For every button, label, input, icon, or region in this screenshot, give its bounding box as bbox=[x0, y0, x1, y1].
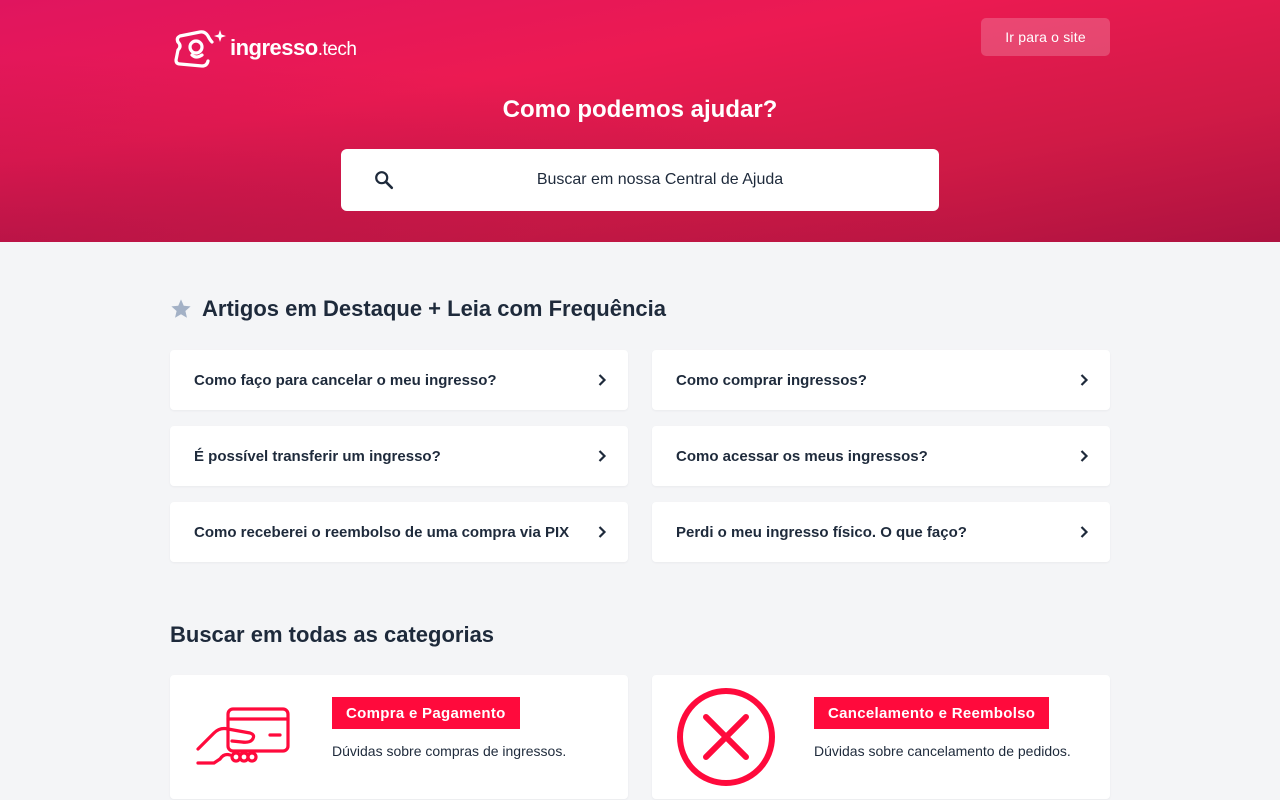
chevron-right-icon bbox=[598, 450, 607, 462]
categories-section-title: Buscar em todas as categorias bbox=[170, 622, 495, 647]
category-description: Dúvidas sobre compras de ingressos. bbox=[332, 743, 567, 759]
category-card[interactable]: Compra e Pagamento Dúvidas sobre compras… bbox=[170, 675, 628, 799]
chevron-right-icon bbox=[598, 526, 607, 538]
page-title: Como podemos ajudar? bbox=[502, 96, 778, 123]
category-name: Cancelamento e Reembolso bbox=[814, 697, 1050, 729]
logo[interactable]: ingresso.tech bbox=[172, 28, 372, 68]
article-link[interactable]: Perdi o meu ingresso físico. O que faço? bbox=[652, 502, 1110, 562]
featured-title-text: Artigos em Destaque + Leia com Frequênci… bbox=[202, 296, 666, 321]
search-icon bbox=[375, 171, 394, 190]
go-to-site-button[interactable]: Ir para o site bbox=[981, 18, 1110, 56]
article-link[interactable]: É possível transferir um ingresso? bbox=[170, 426, 628, 486]
category-card[interactable]: Cancelamento e Reembolso Dúvidas sobre c… bbox=[652, 675, 1110, 799]
chevron-right-icon bbox=[1080, 526, 1089, 538]
article-link[interactable]: Como faço para cancelar o meu ingresso? bbox=[170, 350, 628, 410]
article-link[interactable]: Como comprar ingressos? bbox=[652, 350, 1110, 410]
chevron-right-icon bbox=[598, 374, 607, 386]
category-description: Dúvidas sobre cancelamento de pedidos. bbox=[814, 743, 1071, 759]
featured-section-title: Artigos em Destaque + Leia com Frequênci… bbox=[170, 294, 666, 324]
search-box bbox=[341, 149, 939, 211]
article-label: É possível transferir um ingresso? bbox=[194, 447, 441, 465]
logo-icon bbox=[174, 30, 226, 68]
search-input[interactable] bbox=[401, 149, 919, 211]
category-name: Compra e Pagamento bbox=[332, 697, 520, 729]
article-label: Como receberei o reembolso de uma compra… bbox=[194, 523, 570, 541]
article-label: Como faço para cancelar o meu ingresso? bbox=[194, 371, 497, 389]
chevron-right-icon bbox=[1080, 374, 1089, 386]
article-link[interactable]: Como acessar os meus ingressos? bbox=[652, 426, 1110, 486]
article-label: Perdi o meu ingresso físico. O que faço? bbox=[676, 523, 967, 541]
article-link[interactable]: Como receberei o reembolso de uma compra… bbox=[170, 502, 628, 562]
cancel-circle-icon bbox=[677, 688, 775, 786]
article-label: Como comprar ingressos? bbox=[676, 371, 867, 389]
card-in-hand-icon bbox=[196, 707, 290, 765]
star-icon bbox=[171, 299, 191, 318]
logo-text: ingresso.tech bbox=[230, 35, 357, 60]
chevron-right-icon bbox=[1080, 450, 1089, 462]
article-label: Como acessar os meus ingressos? bbox=[676, 447, 928, 465]
